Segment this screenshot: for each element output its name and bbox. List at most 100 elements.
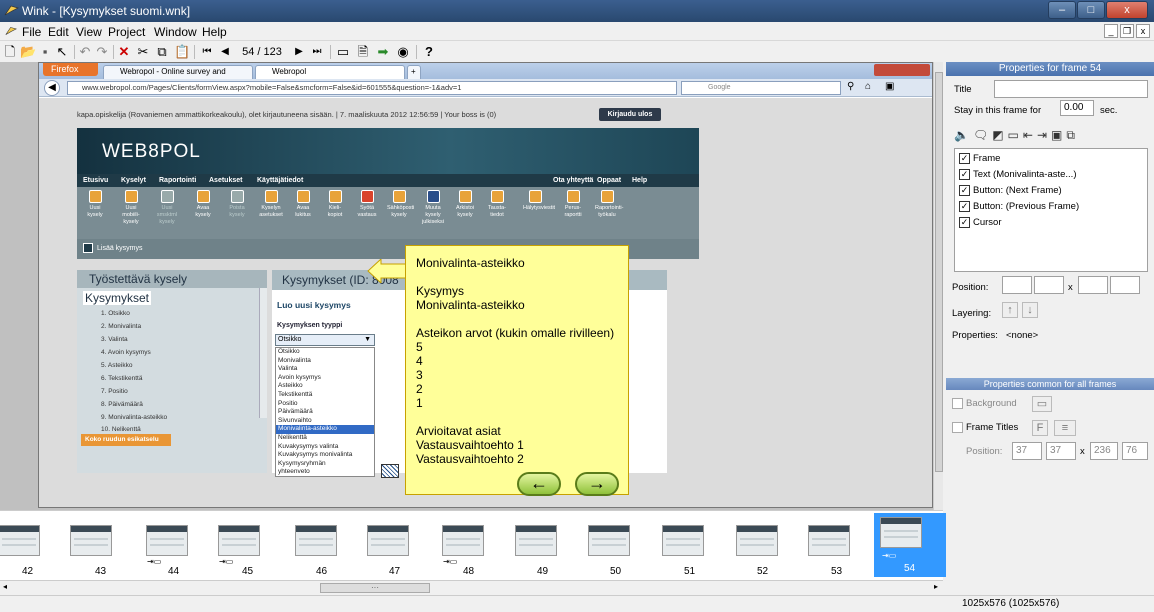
addon-icon[interactable]: ▣	[885, 81, 894, 92]
tool-poista-kysely[interactable]: Poista kysely	[225, 190, 249, 219]
open-folder-icon[interactable]: 📂	[20, 44, 36, 60]
browser-window-controls[interactable]	[874, 64, 930, 76]
layer-up-icon[interactable]: ↑	[1002, 302, 1018, 318]
thumbnail[interactable]	[808, 525, 850, 556]
dropdown-option[interactable]: Positio	[276, 400, 374, 409]
nav-contact[interactable]: Ota yhteyttä	[553, 174, 593, 187]
search-icon[interactable]: ⚲	[847, 81, 854, 92]
thumbnail[interactable]	[0, 525, 40, 556]
link-icon[interactable]: ⧉	[1066, 128, 1079, 142]
dropdown-option-highlighted[interactable]: Monivalinta-asteikko	[276, 425, 374, 434]
tool-taustatiedot[interactable]: Tausta- tiedot	[485, 190, 509, 219]
thumbnail[interactable]	[515, 525, 557, 556]
dropdown-option[interactable]: Nelikenttä	[276, 434, 374, 443]
tool-syota-vastaus[interactable]: Syötä vastaus	[355, 190, 379, 219]
layer-down-icon[interactable]: ↓	[1022, 302, 1038, 318]
back-button-icon[interactable]: ⇤	[1023, 128, 1037, 142]
thumbnail-horizontal-scrollbar[interactable]: ◂ ··· ▸	[0, 580, 943, 595]
menu-edit[interactable]: Edit	[48, 25, 69, 39]
url-field[interactable]: www.webropol.com/Pages/Clients/formView.…	[67, 81, 677, 95]
dropdown-option[interactable]: Asteikko	[276, 382, 374, 391]
frame-view-icon[interactable]: ▭	[336, 44, 350, 60]
menu-view[interactable]: View	[76, 25, 102, 39]
vertical-scroll-thumb[interactable]	[935, 72, 943, 472]
thumbnail-selected[interactable]: ⇥▭ 54	[874, 513, 946, 577]
next-frame-button[interactable]: →	[575, 472, 619, 496]
help-icon[interactable]: ?	[422, 44, 436, 60]
add-question-icon[interactable]	[83, 243, 93, 254]
scroll-left-icon[interactable]: ◂	[3, 582, 7, 591]
add-question-label[interactable]: Lisää kysymys	[97, 245, 143, 252]
thumbnail[interactable]	[146, 525, 188, 556]
thumbnail[interactable]	[588, 525, 630, 556]
delete-icon[interactable]: ✕	[117, 44, 131, 60]
forward-button-icon[interactable]: ⇥	[1037, 128, 1051, 142]
stay-time-field[interactable]: 0.00	[1060, 100, 1094, 116]
horizontal-scroll-thumb[interactable]: ···	[320, 583, 430, 593]
tool-kielikopiot[interactable]: Kieli- kopiot	[323, 190, 347, 219]
tree-item[interactable]: 3. Valinta	[101, 336, 128, 343]
position-x-field[interactable]	[1002, 276, 1032, 294]
tool-julkiseksi[interactable]: Muuta kysely julkiseksi	[421, 190, 445, 226]
sound-icon[interactable]: 🔈	[954, 128, 973, 142]
tool-perusraportti[interactable]: Perus- raportti	[561, 190, 585, 219]
search-field[interactable]: Google	[681, 81, 841, 95]
new-file-icon[interactable]: 🗋	[3, 44, 17, 60]
copy-icon[interactable]: ⧉	[155, 44, 169, 60]
thumbnail[interactable]	[218, 525, 260, 556]
title-field[interactable]	[994, 80, 1148, 98]
tree-item[interactable]: 10. Nelikenttä	[101, 426, 141, 433]
nav-kayttajatiedot[interactable]: Käyttäjätiedot	[257, 174, 303, 187]
titles-width-field[interactable]: 236	[1090, 442, 1118, 460]
tool-asetukset[interactable]: Kyselyn asetukset	[259, 190, 283, 219]
tool-raportointityokalu[interactable]: Raportointi- työkalu	[595, 190, 623, 219]
dropdown-option[interactable]: Monivalinta	[276, 357, 374, 366]
align-icon[interactable]: ≡	[1054, 420, 1076, 436]
last-frame-icon[interactable]: ⏭	[310, 44, 324, 60]
tree-item[interactable]: 2. Monivalinta	[101, 323, 141, 330]
nav-etusivu[interactable]: Etusivu	[83, 174, 108, 187]
tree-item[interactable]: 9. Monivalinta-asteikko	[101, 414, 167, 421]
browser-preview-icon[interactable]: ◉	[396, 44, 410, 60]
dropdown-option[interactable]: yhteenveto	[276, 468, 374, 477]
cut-icon[interactable]: ✂	[136, 44, 150, 60]
nav-kyselyt[interactable]: Kyselyt	[121, 174, 146, 187]
canvas-vertical-scrollbar[interactable]	[933, 62, 943, 510]
browser-tab-2[interactable]: Webropol	[255, 65, 405, 79]
dropdown-option[interactable]: Tekstikenttä	[276, 391, 374, 400]
tool-uusi-sms[interactable]: Uusi smsktml kysely	[155, 190, 179, 226]
titles-height-field[interactable]: 76	[1122, 442, 1148, 460]
dropdown-option[interactable]: Avoin kysymys	[276, 374, 374, 383]
undo-icon[interactable]: ↶	[78, 44, 92, 60]
fullscreen-preview-button[interactable]: Koko ruudun esikatselu	[81, 434, 171, 446]
page-icon[interactable]: 🗎	[356, 44, 370, 60]
nav-help[interactable]: Help	[632, 174, 647, 187]
dropdown-option[interactable]: Kuvakysymys valinta	[276, 443, 374, 452]
save-icon[interactable]: ▪	[38, 44, 52, 60]
menu-file[interactable]: File	[22, 25, 41, 39]
tree-item[interactable]: 5. Asteikko	[101, 362, 132, 369]
callout-box[interactable]: Monivalinta-asteikko Kysymys Monivalinta…	[405, 245, 629, 495]
titles-pos-x-field[interactable]: 37	[1012, 442, 1042, 460]
titles-pos-y-field[interactable]: 37	[1046, 442, 1076, 460]
frame-titles-checkbox[interactable]: Frame Titles	[952, 422, 1018, 433]
image-icon[interactable]: ▣	[1051, 128, 1066, 142]
next-frame-icon[interactable]: ▶	[292, 44, 306, 60]
object-item-frame[interactable]: ✓ Frame	[959, 153, 1000, 164]
object-item-previous-button[interactable]: ✓ Button: (Previous Frame)	[959, 201, 1079, 212]
logout-button[interactable]: Kirjaudu ulos	[599, 108, 661, 121]
minimize-button[interactable]: –	[1048, 1, 1076, 19]
button-icon[interactable]: ◩	[992, 128, 1007, 142]
thumbnail[interactable]	[367, 525, 409, 556]
mdi-close-icon[interactable]: x	[1136, 24, 1150, 38]
tree-scrollbar[interactable]	[259, 288, 267, 418]
menu-project[interactable]: Project	[108, 25, 145, 39]
first-frame-icon[interactable]: ⏮	[200, 44, 214, 60]
menu-window[interactable]: Window	[154, 25, 197, 39]
dropdown-option[interactable]: Kysymysryhmän	[276, 460, 374, 469]
maximize-button[interactable]: □	[1077, 1, 1105, 19]
dropdown-option[interactable]: Valinta	[276, 365, 374, 374]
object-item-next-button[interactable]: ✓ Button: (Next Frame)	[959, 185, 1062, 196]
mdi-minimize-icon[interactable]: _	[1104, 24, 1118, 38]
position-y-field[interactable]	[1034, 276, 1064, 294]
